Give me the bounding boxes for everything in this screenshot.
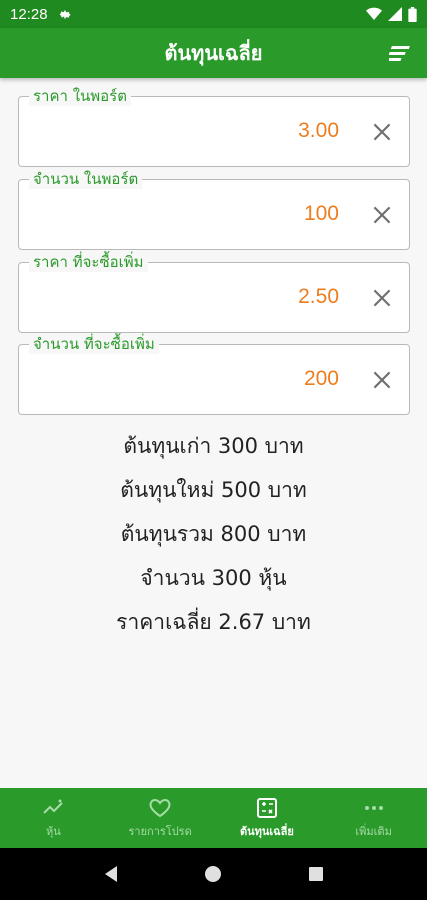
results-section: ต้นทุนเก่า 300 บาท ต้นทุนใหม่ 500 บาท ต้… [0, 424, 427, 644]
field-value[interactable]: 3.00 [298, 119, 339, 143]
page-title: ต้นทุนเฉลี่ย [164, 41, 263, 65]
clear-icon[interactable] [369, 119, 395, 145]
field-label: ราคา ในพอร์ต [29, 86, 131, 106]
system-nav-bar [0, 848, 427, 900]
portfolio-price-field[interactable]: ราคา ในพอร์ต 3.00 [18, 86, 410, 167]
clear-icon[interactable] [369, 285, 395, 311]
portfolio-quantity-field[interactable]: จำนวน ในพอร์ต 100 [18, 169, 410, 250]
field-value[interactable]: 200 [304, 367, 339, 391]
clear-icon[interactable] [369, 367, 395, 393]
app-bar: ต้นทุนเฉลี่ย [0, 28, 427, 78]
battery-icon [408, 6, 417, 22]
nav-label: หุ้น [45, 825, 61, 838]
settings-gear-icon [59, 10, 70, 19]
home-circle-icon [205, 866, 222, 882]
bottom-nav: หุ้น รายการโปรด ต้นทุนเฉลี่ย เพิ่มเติม [0, 788, 427, 848]
nav-item-favorites[interactable]: รายการโปรด [107, 788, 214, 848]
buy-quantity-field[interactable]: จำนวน ที่จะซื้อเพิ่ม 200 [18, 334, 410, 415]
trending-icon [43, 799, 64, 814]
nav-label: เพิ่มเติม [355, 825, 392, 838]
nav-item-stocks[interactable]: หุ้น [0, 788, 107, 848]
calculator-icon [256, 798, 277, 818]
new-cost-text: ต้นทุนใหม่ 500 บาท [120, 478, 307, 502]
recents-square-icon [308, 867, 323, 881]
back-triangle-icon [105, 866, 118, 882]
quantity-text: จำนวน 300 หุ้น [140, 566, 287, 590]
heart-icon [149, 798, 171, 818]
nav-label: ต้นทุนเฉลี่ย [239, 825, 294, 838]
status-time: 12:28 [10, 5, 48, 23]
more-icon [364, 806, 383, 810]
field-value[interactable]: 100 [304, 202, 339, 226]
status-bar: 12:28 [0, 0, 427, 28]
field-value[interactable]: 2.50 [298, 285, 339, 309]
nav-item-more[interactable]: เพิ่มเติม [320, 788, 427, 848]
old-cost-text: ต้นทุนเก่า 300 บาท [123, 434, 304, 458]
field-label: จำนวน ในพอร์ต [29, 169, 143, 189]
signal-icon [388, 7, 402, 21]
recents-button[interactable] [301, 859, 331, 889]
field-label: จำนวน ที่จะซื้อเพิ่ม [29, 334, 159, 354]
total-cost-text: ต้นทุนรวม 800 บาท [120, 522, 307, 546]
back-button[interactable] [96, 859, 126, 889]
nav-label: รายการโปรด [128, 825, 192, 838]
nav-item-average-cost[interactable]: ต้นทุนเฉลี่ย [214, 788, 321, 848]
menu-icon[interactable] [389, 43, 413, 63]
home-button[interactable] [198, 859, 228, 889]
clear-icon[interactable] [369, 202, 395, 228]
average-price-text: ราคาเฉลี่ย 2.67 บาท [116, 610, 311, 634]
buy-price-field[interactable]: ราคา ที่จะซื้อเพิ่ม 2.50 [18, 252, 410, 333]
wifi-icon [366, 7, 382, 21]
field-label: ราคา ที่จะซื้อเพิ่ม [29, 252, 148, 272]
